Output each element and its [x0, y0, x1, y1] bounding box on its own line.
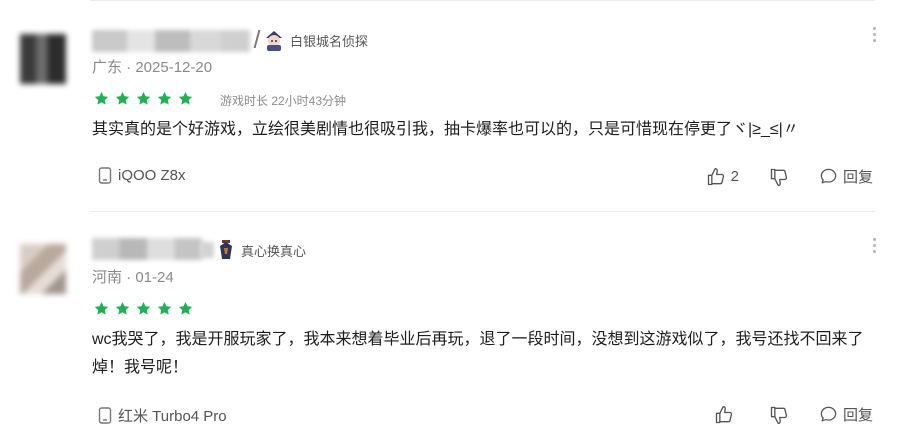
reply-label: 回复 [842, 169, 873, 186]
star-icon [136, 91, 151, 105]
location-date: 广东 · 2025-12-20 [92, 59, 213, 76]
review-text: wc我哭了，我是开服玩家了，我本来想着毕业后再玩，退了一段时间，没想到这游戏似了… [92, 331, 864, 376]
badge-icon [220, 240, 232, 259]
star-icon [94, 301, 109, 315]
star-rating [94, 301, 193, 316]
user-badge[interactable]: 真心换真心 [216, 239, 306, 261]
badge-icon [266, 31, 282, 51]
avatar[interactable] [20, 34, 66, 84]
device-name: iQOO Z8x [118, 167, 186, 184]
device-info: 红米 Turbo4 Pro [98, 405, 227, 426]
star-icon [178, 91, 193, 105]
review-divider [90, 211, 875, 212]
star-rating [94, 91, 193, 106]
badge-label: 真心换真心 [241, 243, 307, 259]
avatar[interactable] [20, 244, 66, 294]
username-blurred-suffix [200, 242, 214, 258]
username-blurred[interactable] [92, 238, 202, 260]
review-card: 白银城名侦探 广东 · 2025-12-20 游戏时长 22小时43分钟 其实真… [0, 0, 899, 210]
reply-button[interactable]: 回复 [819, 166, 873, 187]
more-button[interactable] [871, 27, 877, 42]
comment-icon [820, 406, 837, 422]
reply-label: 回复 [842, 407, 873, 424]
star-icon [136, 301, 151, 315]
review-actions: 回复 [684, 404, 873, 425]
dislike-button[interactable] [769, 167, 789, 187]
device-name: 红米 Turbo4 Pro [118, 408, 227, 425]
review-text: 其实真的是个好游戏，立绘很美剧情也很吸引我，抽卡爆率也可以的，只是可惜现在停更了… [92, 121, 799, 138]
like-button[interactable] [714, 405, 739, 425]
device-icon [98, 407, 112, 424]
thumb-up-icon [707, 167, 724, 185]
like-count: 2 [730, 168, 739, 185]
star-icon [157, 91, 172, 105]
thumb-down-icon [770, 406, 788, 424]
user-badge[interactable]: 白银城名侦探 [263, 29, 368, 51]
location-date: 河南 · 01-24 [92, 269, 174, 286]
star-icon [178, 301, 193, 315]
play-time: 游戏时长 22小时43分钟 [220, 94, 347, 108]
more-icon [872, 27, 876, 30]
like-button[interactable]: 2 [706, 167, 739, 187]
thumb-down-icon [770, 168, 788, 186]
star-icon [157, 301, 172, 315]
thumb-up-icon [715, 405, 733, 423]
star-icon [115, 91, 130, 105]
badge-label: 白银城名侦探 [290, 33, 369, 49]
device-icon [98, 167, 112, 184]
review-card: 真心换真心 河南 · 01-24 wc我哭了，我是开服玩家了，我本来想着毕业后再… [0, 218, 899, 428]
username-blurred[interactable] [92, 30, 250, 52]
dislike-button[interactable] [769, 405, 789, 425]
review-actions: 2 回复 [676, 166, 873, 187]
more-icon [872, 238, 876, 241]
comment-icon [820, 168, 837, 184]
reply-button[interactable]: 回复 [819, 404, 873, 425]
star-icon [115, 301, 130, 315]
star-icon [94, 91, 109, 105]
device-info: iQOO Z8x [98, 167, 186, 184]
more-button[interactable] [871, 238, 877, 253]
